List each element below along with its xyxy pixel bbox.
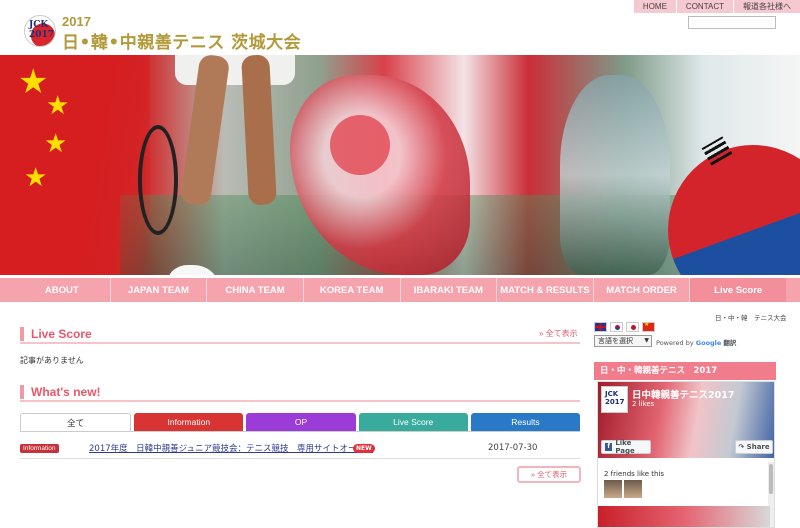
nav-match-order[interactable]: MATCH ORDER [592,278,690,302]
friends-like-text: 2 friends like this [604,470,665,478]
site-year: 2017 [62,14,91,29]
player-legs-image [179,55,310,275]
search-input[interactable] [688,16,776,29]
korea-flag-image [668,145,800,275]
star-icon: ★ [18,62,49,102]
player-image [560,75,670,275]
live-score-view-all-link[interactable]: » 全て表示 [539,328,578,339]
tab-information[interactable]: Information [134,413,244,431]
whats-new-title: What's new! [20,385,101,399]
news-link[interactable]: 2017年度 日韓中親善ジュニア競技会：テニス競技 専用サイトオープン [89,442,373,454]
live-score-title: Live Score [20,327,92,341]
powered-by-google: Powered by Google 翻訳 [656,337,736,347]
share-icon: ↷ [738,443,747,451]
view-all-button[interactable]: » 全て表示 [517,466,581,483]
nav-ibaraki-team[interactable]: IBARAKI TEAM [399,278,497,302]
japan-sun-image [330,115,390,175]
section-divider [20,342,580,344]
facebook-page-name[interactable]: 日中韓親善テニス2017 [632,387,734,401]
top-nav: HOME CONTACT 報道各社様へ [633,0,800,13]
facebook-likes-count: 2 likes [632,400,655,408]
nav-china-team[interactable]: CHINA TEAM [206,278,303,302]
tab-divider [20,431,580,432]
language-flags [594,322,655,332]
logo-text: JCK 2017 [29,20,55,40]
japan-flag-icon[interactable] [626,322,639,332]
new-badge: NEW [353,443,375,453]
top-nav-home[interactable]: HOME [634,0,676,13]
translate-link[interactable]: 翻訳 [723,339,736,347]
friend-avatar[interactable] [604,480,622,498]
site-title[interactable]: 日•韓•中親善テニス 茨城大会 [62,28,301,53]
powered-by-label: Powered by [656,339,694,347]
nav-korea-team[interactable]: KOREA TEAM [302,278,400,302]
share-label: Share [746,443,770,451]
news-tabs: 全て Information OP Live Score Results [20,413,581,431]
facebook-icon: f [605,443,613,451]
tab-op[interactable]: OP [246,413,356,431]
racket-image [138,125,178,235]
main-nav: ABOUT JAPAN TEAM CHINA TEAM KOREA TEAM I… [0,278,800,302]
tab-live-score[interactable]: Live Score [358,413,468,431]
avatar-logo-text: JCK 2017 [605,390,625,406]
china-flag-icon[interactable] [642,322,655,332]
facebook-page-widget: JCK 2017 日中韓親善テニス2017 2 likes f Like Pag… [597,381,775,528]
list-item: Information 2017年度 日韓中親善ジュニア競技会：テニス競技 専用… [20,440,580,456]
friend-avatar[interactable] [624,480,642,498]
language-select-label: 言語を選択 [598,337,633,345]
nav-live-score[interactable]: Live Score [689,278,786,302]
star-icon: ★ [46,91,70,121]
no-posts-text: 記事がありません [20,356,84,365]
nav-japan-team[interactable]: JAPAN TEAM [109,278,207,302]
language-select[interactable]: 言語を選択 ▼ [594,335,652,347]
google-logo: Google [695,339,722,347]
facebook-post-image [598,506,770,527]
site-logo[interactable]: JCK 2017 [24,15,56,47]
star-icon: ★ [24,163,48,193]
news-date: 2017-07-30 [488,443,538,453]
top-nav-press[interactable]: 報道各社様へ [733,0,800,13]
like-page-label: Like Page [615,439,635,455]
nav-match-results[interactable]: MATCH & RESULTS [496,278,593,302]
list-divider [20,458,580,459]
top-nav-contact[interactable]: CONTACT [675,0,733,13]
facebook-page-avatar[interactable]: JCK 2017 [601,386,628,413]
hero-banner: ★ ★ ★ ★ [0,55,800,275]
breadcrumb: 日・中・韓 テニス大会 [715,314,787,322]
section-divider [20,400,580,402]
sidebar-section-title: 日・中・韓親善テニス 2017 [594,362,776,380]
korea-flag-icon[interactable] [610,322,623,332]
category-badge: Information [20,443,59,453]
uk-flag-icon[interactable] [594,322,607,332]
like-page-button[interactable]: f Like Page [601,439,651,455]
star-icon: ★ [44,129,68,159]
share-button[interactable]: ↷ Share [735,440,773,454]
chevron-down-icon: ▼ [644,337,649,344]
tab-results[interactable]: Results [470,413,581,431]
nav-about[interactable]: ABOUT [14,278,110,302]
tab-all[interactable]: 全て [20,413,132,431]
